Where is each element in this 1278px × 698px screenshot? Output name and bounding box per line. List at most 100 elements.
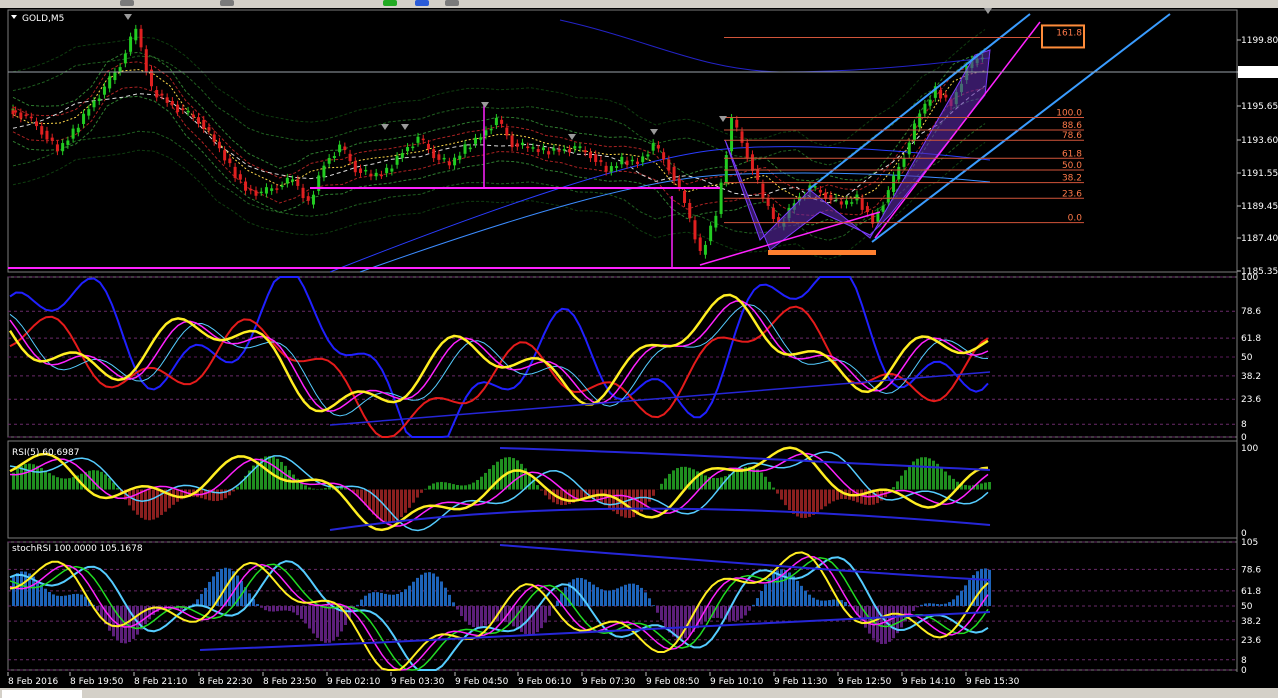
candle-body [902, 158, 906, 167]
candle-body [745, 142, 749, 159]
candle-body [683, 190, 687, 203]
time-label: 9 Feb 03:30 [391, 677, 445, 687]
stoch-histogram-bar [460, 606, 463, 617]
candle-body [468, 147, 472, 150]
candle-body [698, 237, 702, 251]
candle-body [557, 150, 561, 152]
candle-body [693, 220, 697, 240]
rsi-histogram-bar [780, 489, 783, 500]
rsi-histogram-bar [376, 489, 379, 519]
rsi-histogram-bar [44, 470, 47, 490]
rsi-histogram-bar [824, 489, 827, 507]
toolbar-strip [0, 0, 1278, 8]
candle-body [364, 169, 368, 172]
candle-body [578, 146, 582, 149]
rsi-histogram-bar [324, 488, 327, 490]
time-label: 8 Feb 23:50 [263, 677, 317, 687]
candle-body [730, 117, 734, 152]
candle-body [656, 144, 660, 149]
time-label: 8 Feb 22:30 [199, 677, 253, 687]
time-label: 9 Feb 15:30 [966, 677, 1020, 687]
rsi-histogram-bar [380, 489, 383, 522]
rsi-histogram-bar [464, 485, 467, 490]
stoch-histogram-bar [488, 606, 491, 624]
candle-body [264, 187, 268, 194]
rsi-histogram-bar [284, 465, 287, 490]
candle-body [928, 99, 932, 106]
rsi-histogram-bar [932, 460, 935, 490]
candle-body [40, 126, 44, 135]
rsi-histogram-bar [428, 485, 431, 490]
stoch-histogram-bar [988, 569, 991, 606]
current-price-label: 1197.81 [1241, 68, 1278, 78]
stoch-histogram-bar [740, 606, 743, 619]
rsi-histogram-bar [144, 489, 147, 520]
candle-body [311, 194, 315, 205]
stoch-histogram-bar [212, 576, 215, 606]
rsi-tick-label: 100 [1241, 444, 1258, 454]
candle-body [500, 119, 504, 124]
rsi-histogram-bar [672, 470, 675, 490]
stoch-histogram-bar [408, 585, 411, 606]
rsi-histogram-bar [716, 478, 719, 490]
toolbar-button [220, 0, 234, 6]
rsi-histogram-bar [68, 478, 71, 490]
candle-body [714, 215, 718, 228]
candle-body [223, 150, 227, 161]
stoch-histogram-bar [844, 601, 847, 606]
stoch-histogram-bar [132, 606, 135, 639]
rsi-histogram-bar [140, 489, 143, 518]
stoch-histogram-bar [748, 606, 751, 611]
stoch-histogram-bar [284, 606, 287, 611]
rsi-histogram-bar [964, 485, 967, 490]
candle-body [766, 198, 770, 206]
stoch-histogram-bar [808, 594, 811, 606]
candle-body [197, 117, 201, 124]
rsi-histogram-bar [276, 458, 279, 490]
stoch-histogram-bar [372, 592, 375, 606]
candle-body [71, 128, 75, 139]
candle-body [651, 143, 655, 151]
stoch-histogram-bar [468, 606, 471, 625]
stoch-histogram-bar [964, 585, 967, 606]
rsi-histogram-bar [820, 489, 823, 510]
rsi-histogram-bar [924, 457, 927, 490]
rsi-histogram-bar [408, 489, 411, 508]
stoch-histogram-bar [200, 593, 203, 606]
stoch-histogram-bar [304, 606, 307, 624]
time-label: 9 Feb 06:10 [518, 677, 572, 687]
fib-level-label: 61.8 [1062, 149, 1082, 159]
candle-body [662, 152, 666, 160]
candle-body [630, 159, 634, 162]
candle-body [207, 127, 211, 131]
candle-body [620, 156, 624, 165]
rsi-histogram-bar [496, 461, 499, 490]
stoch-histogram-bar [332, 606, 335, 641]
stoch-histogram-bar [436, 576, 439, 606]
stoch-histogram-bar [612, 589, 615, 606]
candle-body [181, 108, 185, 111]
candle-body [829, 195, 833, 201]
rsi-histogram-bar [540, 489, 543, 491]
candle-body [249, 188, 253, 191]
stoch-histogram-bar [760, 591, 763, 606]
time-label: 9 Feb 14:10 [902, 677, 956, 687]
candle-body [228, 158, 232, 164]
stoch-histogram-bar [736, 606, 739, 621]
stoch-histogram-bar [480, 606, 483, 628]
rsi-histogram-bar [628, 489, 631, 519]
rsi-histogram-bar [892, 487, 895, 490]
rsi-histogram-bar [308, 487, 311, 490]
rsi-histogram-bar [52, 475, 55, 490]
candle-body [24, 114, 28, 117]
time-label: 9 Feb 07:30 [582, 677, 636, 687]
rsi-histogram-bar [16, 468, 19, 490]
rsi-histogram-bar [764, 476, 767, 490]
oscillator-tick-label: 100 [1241, 273, 1258, 283]
stoch-histogram-bar [276, 606, 279, 612]
stoch-histogram-bar [292, 606, 295, 613]
stoch-histogram-bar [776, 570, 779, 606]
rsi-histogram-bar [100, 471, 103, 490]
candle-body [254, 190, 258, 196]
stoch-histogram-bar [644, 592, 647, 606]
